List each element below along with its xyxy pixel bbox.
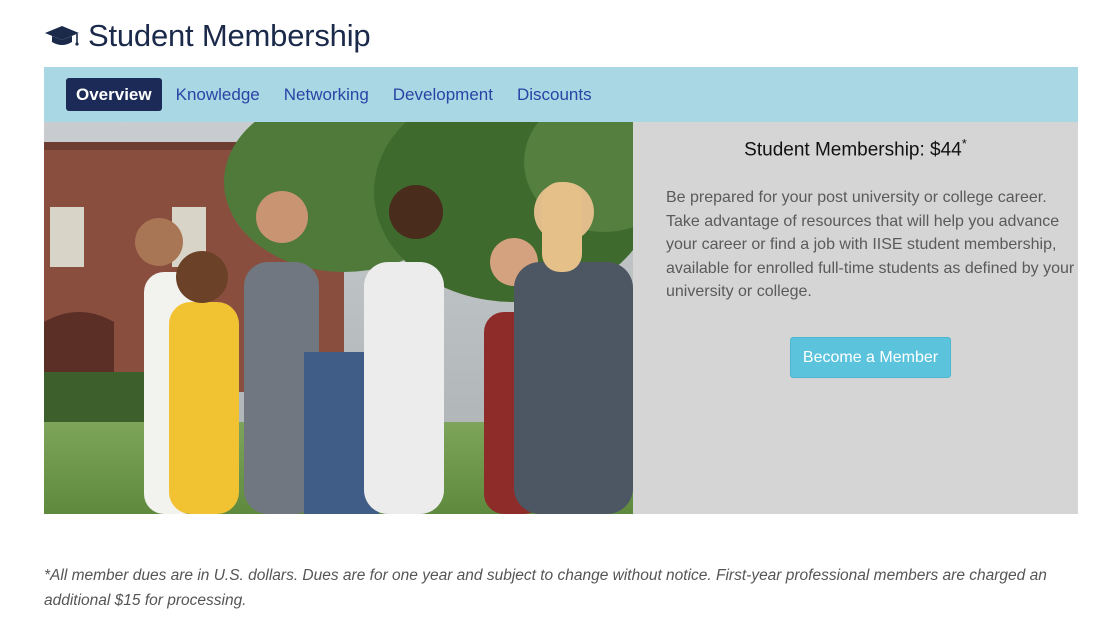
page-title: Student Membership — [88, 18, 371, 53]
tab-bar: Overview Knowledge Networking Developmen… — [44, 67, 1078, 122]
become-member-button[interactable]: Become a Member — [790, 337, 951, 378]
students-walking-photo — [44, 122, 633, 514]
price-footnote-marker: * — [961, 136, 967, 151]
students-photo-illustration — [44, 122, 633, 514]
membership-price-text: Student Membership: $44 — [744, 139, 962, 161]
membership-info-panel: Student Membership: $44* Be prepared for… — [633, 122, 1078, 514]
page-header: Student Membership — [44, 14, 371, 58]
graduation-cap-icon — [45, 26, 79, 46]
tab-development[interactable]: Development — [383, 78, 503, 111]
tab-overview[interactable]: Overview — [66, 78, 162, 111]
dues-disclaimer: *All member dues are in U.S. dollars. Du… — [44, 567, 1047, 609]
membership-description: Be prepared for your post university or … — [666, 189, 1075, 300]
membership-price-title: Student Membership: $44* — [633, 136, 1078, 161]
tab-networking[interactable]: Networking — [274, 78, 379, 111]
tab-knowledge[interactable]: Knowledge — [166, 78, 270, 111]
tab-discounts[interactable]: Discounts — [507, 78, 602, 111]
hero-section: Student Membership: $44* Be prepared for… — [44, 122, 1078, 514]
